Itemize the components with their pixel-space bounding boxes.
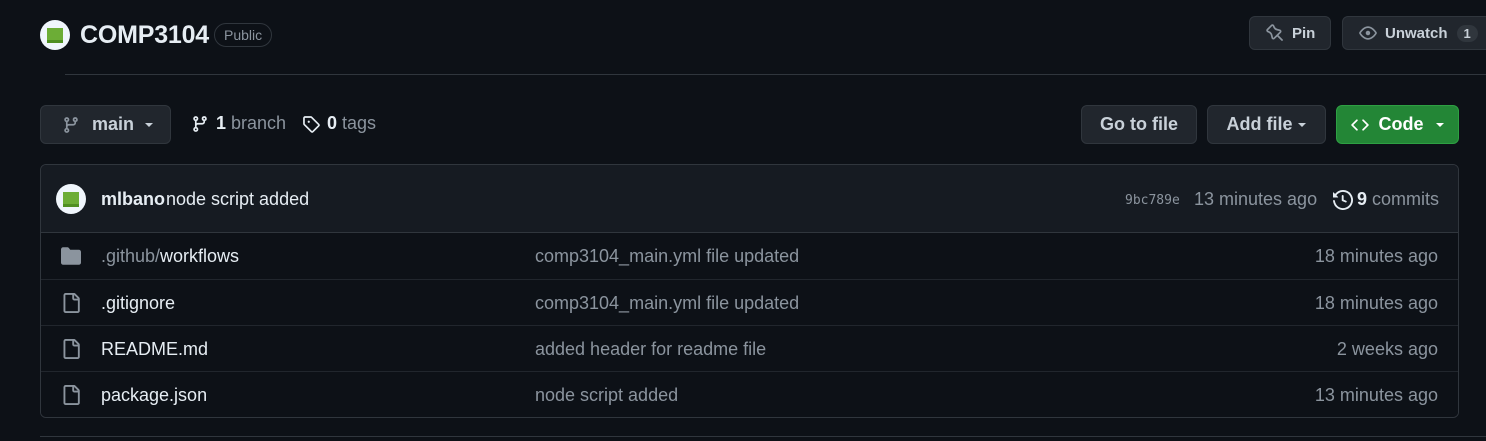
- chevron-down-icon: [1435, 120, 1445, 130]
- current-branch-label: main: [92, 114, 134, 135]
- file-icon: [60, 293, 82, 313]
- visibility-badge: Public: [214, 23, 272, 47]
- file-row[interactable]: README.md added header for readme file 2…: [41, 325, 1458, 371]
- unwatch-button[interactable]: Unwatch 1: [1342, 16, 1486, 50]
- commit-count: 9: [1357, 189, 1367, 210]
- go-to-file-button[interactable]: Go to file: [1081, 105, 1197, 144]
- commit-sha-link[interactable]: 9bc789e: [1125, 193, 1180, 208]
- pin-icon: [1266, 24, 1284, 42]
- add-file-label: Add file: [1227, 114, 1293, 135]
- file-browser: mlbano node script added 9bc789e 13 minu…: [40, 164, 1459, 418]
- add-file-button[interactable]: Add file: [1207, 105, 1326, 144]
- file-commit-message[interactable]: node script added: [535, 385, 678, 406]
- code-button[interactable]: Code: [1336, 105, 1459, 144]
- commit-time: 13 minutes ago: [1194, 189, 1317, 210]
- chevron-down-icon: [1297, 120, 1307, 130]
- branch-word: branch: [231, 113, 286, 134]
- history-icon: [1333, 190, 1353, 210]
- unwatch-label: Unwatch: [1385, 25, 1448, 42]
- file-icon: [60, 339, 82, 359]
- header-divider: [65, 74, 1486, 75]
- readme-box-edge: [40, 436, 1486, 441]
- file-name-link[interactable]: .gitignore: [101, 293, 175, 314]
- file-commit-message[interactable]: comp3104_main.yml file updated: [535, 246, 799, 267]
- watch-count-badge: 1: [1457, 25, 1478, 42]
- code-label: Code: [1379, 114, 1424, 135]
- file-icon: [60, 385, 82, 405]
- file-name-link[interactable]: .github/workflows: [101, 246, 239, 267]
- file-commit-time: 2 weeks ago: [1337, 339, 1438, 360]
- file-commit-message[interactable]: comp3104_main.yml file updated: [535, 293, 799, 314]
- file-name-link[interactable]: README.md: [101, 339, 208, 360]
- file-row[interactable]: .gitignore comp3104_main.yml file update…: [41, 279, 1458, 325]
- branch-select-button[interactable]: main: [40, 105, 171, 144]
- tags-link[interactable]: 0 tags: [302, 113, 376, 134]
- file-commit-message[interactable]: added header for readme file: [535, 339, 766, 360]
- branch-count: 1: [216, 113, 226, 134]
- code-brackets-icon: [1351, 116, 1369, 134]
- file-commit-time: 18 minutes ago: [1315, 246, 1438, 267]
- file-name-link[interactable]: package.json: [101, 385, 207, 406]
- git-branch-icon: [62, 116, 80, 134]
- chevron-down-icon: [144, 120, 154, 130]
- folder-path-prefix: .github/: [101, 246, 160, 266]
- eye-icon: [1359, 24, 1377, 42]
- tag-icon: [302, 115, 320, 133]
- commit-author-link[interactable]: mlbano: [101, 189, 165, 210]
- file-commit-time: 13 minutes ago: [1315, 385, 1438, 406]
- repo-owner-avatar[interactable]: [40, 20, 70, 50]
- tag-word: tags: [342, 113, 376, 134]
- commit-message-link[interactable]: node script added: [166, 189, 309, 210]
- avatar[interactable]: [56, 184, 86, 214]
- file-row[interactable]: .github/workflows comp3104_main.yml file…: [41, 233, 1458, 279]
- pin-label: Pin: [1292, 25, 1315, 42]
- file-commit-time: 18 minutes ago: [1315, 293, 1438, 314]
- git-branch-icon: [191, 115, 209, 133]
- branches-link[interactable]: 1 branch: [191, 113, 286, 134]
- pin-button[interactable]: Pin: [1249, 16, 1331, 50]
- file-row[interactable]: package.json node script added 13 minute…: [41, 371, 1458, 417]
- commits-history-link[interactable]: 9 commits: [1333, 189, 1439, 210]
- folder-name: workflows: [160, 246, 239, 266]
- commit-word: commits: [1372, 189, 1439, 210]
- folder-icon: [60, 246, 82, 266]
- latest-commit-bar: mlbano node script added 9bc789e 13 minu…: [41, 165, 1458, 233]
- tag-count: 0: [327, 113, 337, 134]
- repo-name-link[interactable]: COMP3104: [80, 21, 209, 50]
